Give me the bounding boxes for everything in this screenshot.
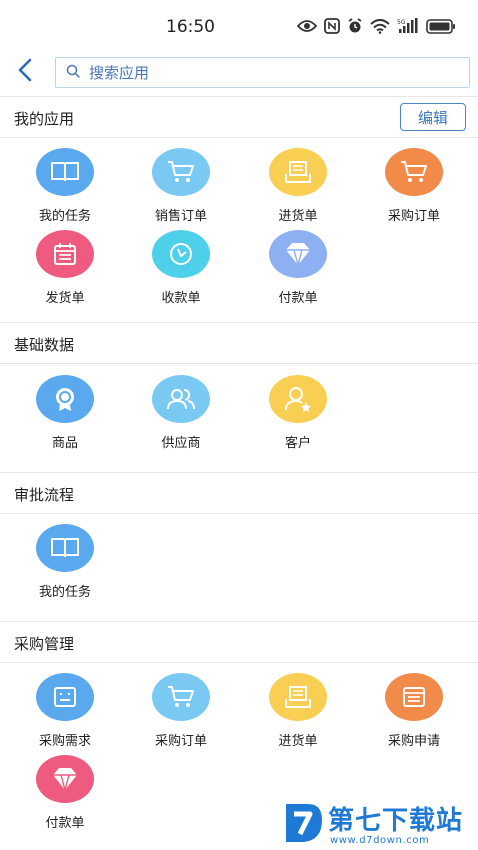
item-label: 发货单 [45,291,85,306]
section-header-my-apps: 我的应用 编辑 [0,96,478,138]
app-item-sales-order[interactable]: 销售订单 [131,148,231,228]
app-item-delivery-note[interactable]: 发货单 [15,230,115,310]
item-label: 客户 [284,436,311,451]
item-label: 我的任务 [38,585,91,600]
user-star-icon [269,375,327,423]
section-header-procurement: 采购管理 [0,621,478,663]
status-icons: 5G [297,18,456,34]
section-header-basic-data: 基础数据 [0,322,478,364]
wifi-icon [370,18,390,34]
clock-icon [152,230,210,278]
item-label: 我的任务 [38,209,91,224]
users-icon [152,375,210,423]
section-title: 审批流程 [14,486,75,504]
item-label: 采购订单 [387,209,440,224]
item-label: 商品 [51,436,78,451]
app-item-approval-my-tasks[interactable]: 我的任务 [15,524,115,604]
app-item-suppliers[interactable]: 供应商 [131,375,231,455]
doc-icon [36,673,94,721]
item-label: 采购订单 [154,734,207,749]
diamond-icon [36,755,94,803]
d7-logo-icon [282,800,326,850]
section-title: 我的应用 [14,110,75,128]
back-button[interactable] [10,56,40,88]
item-label: 付款单 [45,816,85,831]
app-item-purchase-order[interactable]: 采购订单 [364,148,464,228]
app-item-procurement-receipt[interactable]: 进货单 [248,673,348,753]
item-label: 采购申请 [387,734,440,749]
app-item-receipt[interactable]: 收款单 [131,230,231,310]
5g-signal-icon: 5G [397,18,419,34]
item-label: 付款单 [278,291,318,306]
cart-icon [385,148,443,196]
item-label: 销售订单 [154,209,207,224]
nfc-icon [324,18,340,34]
app-item-payment[interactable]: 付款单 [248,230,348,310]
box-icon [269,148,327,196]
diamond-icon [269,230,327,278]
chevron-left-icon [16,58,34,86]
search-input[interactable] [89,63,429,82]
app-item-purchase-receipt[interactable]: 进货单 [248,148,348,228]
app-item-my-tasks[interactable]: 我的任务 [15,148,115,228]
search-row [0,52,478,96]
item-label: 进货单 [278,734,318,749]
status-bar: 16:50 5G [0,0,478,52]
search-icon [66,63,89,82]
item-label: 进货单 [278,209,318,224]
section-title: 基础数据 [14,336,75,354]
box-icon [269,673,327,721]
book-icon [36,524,94,572]
item-label: 收款单 [161,291,201,306]
status-time: 16:50 [166,17,215,37]
cart-icon [152,673,210,721]
watermark-url: www.d7down.com [330,835,430,846]
eye-icon [297,19,317,33]
svg-text:5G: 5G [397,19,406,26]
app-item-purchase-demand[interactable]: 采购需求 [15,673,115,753]
calendar-icon [36,230,94,278]
badge-icon [36,375,94,423]
book-icon [36,148,94,196]
watermark-name: 第七下载站 [328,806,464,836]
search-box[interactable] [55,57,470,88]
watermark: 第七下载站 www.d7down.com [282,800,472,850]
form-icon [385,673,443,721]
alarm-icon [347,18,363,34]
item-label: 供应商 [161,436,201,451]
item-label: 采购需求 [38,734,91,749]
edit-button[interactable]: 编辑 [400,103,466,131]
app-item-products[interactable]: 商品 [15,375,115,455]
cart-icon [152,148,210,196]
section-title: 采购管理 [14,635,75,653]
battery-icon [426,18,456,34]
section-header-approval-flow: 审批流程 [0,472,478,514]
app-item-purchase-request[interactable]: 采购申请 [364,673,464,753]
app-item-procurement-payment[interactable]: 付款单 [15,755,115,835]
app-item-customers[interactable]: 客户 [248,375,348,455]
app-item-procurement-order[interactable]: 采购订单 [131,673,231,753]
